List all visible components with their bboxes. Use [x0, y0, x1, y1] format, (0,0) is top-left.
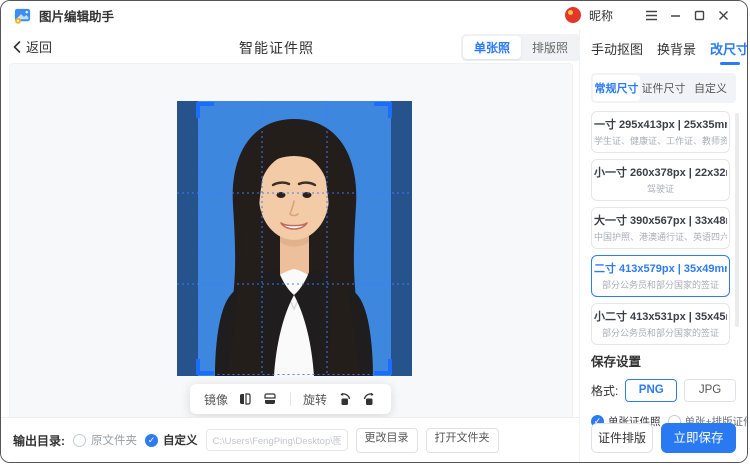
output-dir-label: 输出目录:	[13, 432, 65, 449]
back-label: 返回	[26, 37, 52, 56]
editor-canvas: 镜像 旋转	[9, 63, 573, 419]
change-directory-button[interactable]: 更改目录	[356, 428, 418, 453]
photo-toolbar: 镜像 旋转	[190, 384, 391, 414]
size-option-2inch[interactable]: 二寸 413x579px | 35x49mm 部分公务员和部分国家的签证	[591, 255, 730, 297]
close-icon[interactable]	[711, 4, 735, 26]
chevron-left-icon	[13, 41, 21, 53]
user-nickname[interactable]: 昵称	[589, 7, 613, 24]
format-jpg-button[interactable]: JPG	[684, 379, 736, 402]
right-sidebar: 手动抠图 换背景 改尺寸 常规尺寸 证件尺寸 自定义 一寸 295x413px …	[579, 29, 747, 462]
app-window: 图片编辑助手 昵称 返回	[0, 0, 748, 463]
tab-manual-cutout[interactable]: 手动抠图	[591, 39, 643, 65]
option-original-folder[interactable]: 原文件夹	[73, 432, 137, 448]
minimize-icon[interactable]	[663, 4, 687, 26]
save-settings-title: 保存设置	[591, 351, 736, 370]
tab-change-background[interactable]: 换背景	[657, 39, 696, 65]
sidebar-actions: 证件排版 立即保存	[591, 423, 736, 453]
format-label: 格式:	[591, 382, 618, 399]
format-row: 格式: PNG JPG	[591, 379, 736, 402]
output-bar: 输出目录: 原文件夹 自定义 更改目录 打开文件夹	[1, 417, 579, 462]
id-layout-button[interactable]: 证件排版	[591, 423, 653, 453]
tab-custom-size[interactable]: 自定义	[687, 75, 734, 101]
rotate-right-icon[interactable]	[361, 391, 377, 407]
flip-vertical-icon[interactable]	[262, 391, 278, 407]
open-folder-button[interactable]: 打开文件夹	[426, 428, 499, 453]
format-png-button[interactable]: PNG	[625, 379, 677, 402]
radio-checked-icon	[145, 434, 158, 447]
size-option-1inch[interactable]: 一寸 295x413px | 25x35mm 学生证、健康证、工作证、教师资格证	[591, 111, 730, 153]
maximize-icon[interactable]	[687, 4, 711, 26]
rotate-label: 旋转	[303, 391, 327, 408]
flip-horizontal-icon[interactable]	[237, 391, 253, 407]
radio-unchecked-icon	[73, 434, 86, 447]
back-button[interactable]: 返回	[13, 37, 52, 56]
size-list: 一寸 295x413px | 25x35mm 学生证、健康证、工作证、教师资格证…	[591, 111, 736, 345]
window-controls	[639, 4, 735, 26]
app-title: 图片编辑助手	[39, 6, 114, 25]
sidebar-tabs: 手动抠图 换背景 改尺寸	[591, 39, 736, 65]
size-option-small-2inch[interactable]: 小二寸 413x531px | 35x45mm 部分公务员和部分国家的签证	[591, 303, 730, 345]
mirror-label: 镜像	[204, 391, 228, 408]
tab-resize[interactable]: 改尺寸	[710, 39, 748, 65]
id-photo-preview[interactable]	[177, 101, 412, 376]
title-bar: 图片编辑助手 昵称	[1, 1, 747, 29]
app-logo-icon	[13, 6, 32, 25]
tab-regular-size[interactable]: 常规尺寸	[593, 75, 640, 101]
menu-icon[interactable]	[639, 4, 663, 26]
save-now-button[interactable]: 立即保存	[661, 423, 736, 453]
size-list-scrollbar[interactable]	[735, 113, 739, 327]
user-avatar[interactable]	[565, 7, 581, 23]
size-category-tabs: 常规尺寸 证件尺寸 自定义	[591, 73, 736, 103]
size-option-large-1inch[interactable]: 大一寸 390x567px | 33x48mm 中国护照、港澳通行证、英语四六级…	[591, 207, 730, 249]
tab-id-size[interactable]: 证件尺寸	[640, 75, 687, 101]
rotate-left-icon[interactable]	[336, 391, 352, 407]
photo-mode-tabs: 单张照 排版照	[461, 34, 581, 61]
size-option-small-1inch[interactable]: 小一寸 260x378px | 22x32mm 驾驶证	[591, 159, 730, 201]
tab-single-photo[interactable]: 单张照	[463, 36, 521, 59]
page-title: 智能证件照	[239, 38, 314, 58]
toolbar-divider	[290, 392, 291, 406]
option-custom-folder[interactable]: 自定义	[145, 432, 198, 448]
output-path-input[interactable]	[206, 429, 348, 451]
tab-layout-photo[interactable]: 排版照	[521, 36, 579, 59]
